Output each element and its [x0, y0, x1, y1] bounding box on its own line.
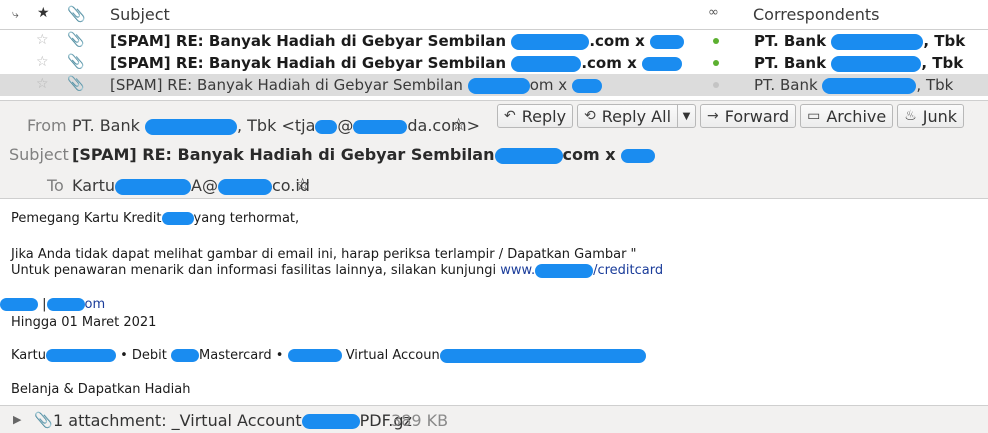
row-subject: [SPAM] RE: Banyak Hadiah di Gebyar Sembi…	[110, 32, 684, 50]
paperclip-icon: 📎	[67, 54, 85, 70]
subject-column-header[interactable]: Subject	[110, 5, 170, 24]
paperclip-icon: 📎	[34, 411, 53, 429]
paperclip-icon: 📎	[67, 32, 85, 48]
flame-icon: ♨	[904, 108, 917, 124]
paperclip-icon[interactable]: 📎	[67, 5, 86, 23]
star-icon[interactable]: ☆	[36, 76, 49, 92]
attachment-label[interactable]: 1 attachment: _Virtual Account PDF.gz	[53, 411, 412, 430]
forward-button[interactable]: → Forward	[700, 104, 797, 128]
to-star-icon[interactable]: ☆	[295, 175, 310, 195]
card-types-line: Kartu • Debit Mastercard • Virtual Accou…	[11, 347, 646, 364]
to-label: To	[47, 176, 64, 195]
reply-icon: ↶	[504, 108, 516, 124]
forward-icon: →	[707, 108, 719, 124]
reply-button[interactable]: ↶ Reply	[497, 104, 574, 128]
status-dot	[713, 38, 719, 44]
message-list: ⤷ ★ 📎 Subject ∞ Correspondents ☆ 📎 [SPAM…	[0, 0, 988, 100]
junk-button[interactable]: ♨ Junk	[897, 104, 965, 128]
creditcard-link[interactable]: www./creditcard	[500, 263, 663, 278]
until-date: Hingga 01 Maret 2021	[11, 315, 157, 330]
star-icon[interactable]: ☆	[36, 32, 49, 48]
message-row[interactable]: ☆ 📎 [SPAM] RE: Banyak Hadiah di Gebyar S…	[0, 30, 988, 52]
star-icon[interactable]: ☆	[36, 54, 49, 70]
chevron-down-icon[interactable]: ▼	[677, 105, 695, 127]
paperclip-icon: 📎	[67, 76, 85, 92]
status-dot	[713, 82, 719, 88]
from-value[interactable]: PT. Bank , Tbk <tja @ da.com>	[72, 116, 480, 135]
message-list-header: ⤷ ★ 📎 Subject ∞ Correspondents	[0, 0, 988, 30]
attachment-bar[interactable]: ▶ 📎 1 attachment: _Virtual Account PDF.gz…	[0, 405, 988, 433]
message-toolbar: ↶ Reply ⟲ Reply All ▼ → Forward ▭ Archive ♨ J…	[497, 104, 965, 128]
from-label: From	[27, 116, 67, 135]
read-status-icon[interactable]: ∞	[708, 5, 719, 20]
brand-line: | om	[0, 296, 105, 313]
reply-all-icon: ⟲	[584, 108, 596, 124]
message-row[interactable]: ☆ 📎 [SPAM] RE: Banyak Hadiah di Gebyar S…	[0, 52, 988, 74]
thread-icon[interactable]: ⤷	[12, 7, 19, 22]
correspondents-column-header[interactable]: Correspondents	[753, 5, 880, 24]
brand-link[interactable]: om	[46, 297, 105, 312]
archive-icon: ▭	[807, 108, 821, 124]
row-correspondent: PT. Bank , Tbk	[754, 76, 954, 94]
row-correspondent: PT. Bank , Tbk	[754, 32, 966, 50]
row-subject: [SPAM] RE: Banyak Hadiah di Gebyar Sembi…	[110, 76, 602, 94]
attachment-size: 389 KB	[391, 411, 449, 430]
row-subject: [SPAM] RE: Banyak Hadiah di Gebyar Sembi…	[110, 54, 682, 72]
belanja-line: Belanja & Dapatkan Hadiah	[11, 382, 191, 397]
expand-arrow-icon[interactable]: ▶	[13, 413, 21, 426]
body-line-2: Untuk penawaran menarik dan informasi fa…	[11, 263, 664, 278]
subject-label: Subject	[9, 145, 69, 164]
message-row-selected[interactable]: ☆ 📎 [SPAM] RE: Banyak Hadiah di Gebyar S…	[0, 74, 988, 96]
status-dot	[713, 60, 719, 66]
from-star-icon[interactable]: ☆	[451, 115, 466, 135]
star-icon[interactable]: ★	[37, 5, 50, 21]
subject-value: [SPAM] RE: Banyak Hadiah di Gebyar Sembi…	[72, 145, 656, 164]
to-value[interactable]: Kartu A@ co.id	[72, 176, 310, 195]
greeting: Pemegang Kartu Kredit yang terhormat,	[11, 211, 300, 226]
body-line-1: Jika Anda tidak dapat melihat gambar di …	[11, 247, 637, 262]
archive-button[interactable]: ▭ Archive	[800, 104, 894, 128]
row-correspondent: PT. Bank , Tbk	[754, 54, 964, 72]
reply-all-button[interactable]: ⟲ Reply All ▼	[577, 104, 697, 128]
